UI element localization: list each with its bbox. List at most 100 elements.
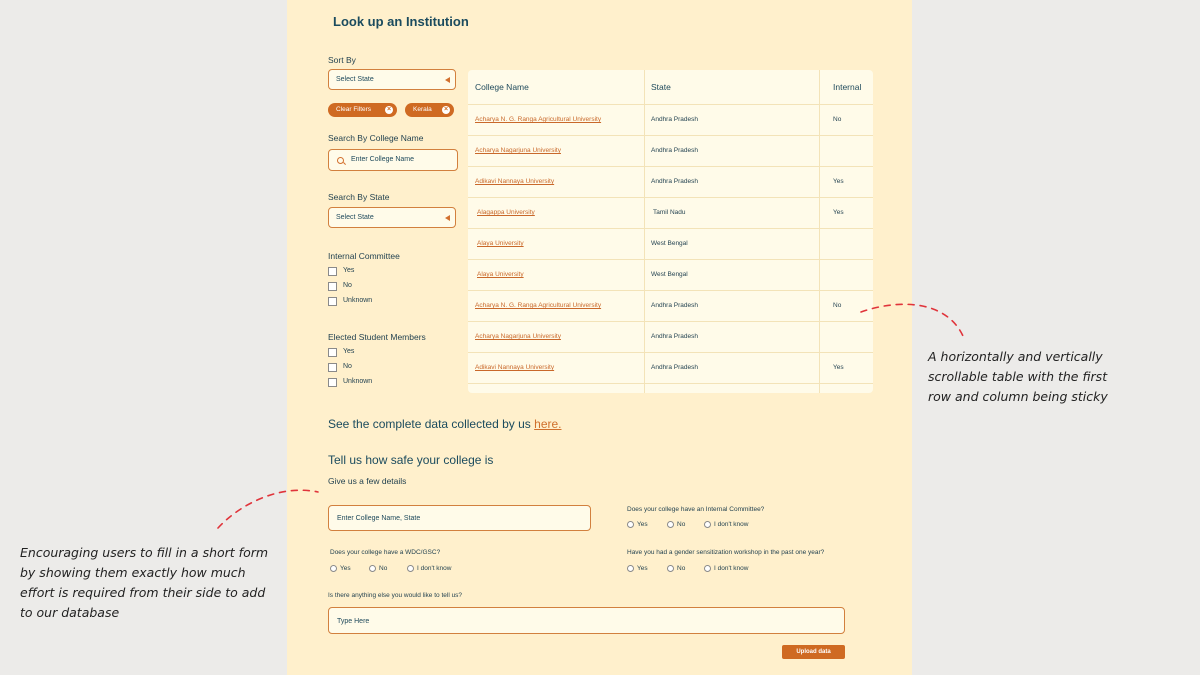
annotation-form: Encouraging users to fill in a short for… [20, 545, 269, 620]
chip-label: Clear Filters [336, 106, 372, 113]
checkbox-label: No [343, 282, 352, 289]
caret-left-icon [445, 215, 450, 221]
column-header-college[interactable]: College Name [475, 82, 529, 92]
search-state-label: Search By State [328, 192, 390, 202]
table-row: Acharya N. G. Ranga Agricultural Univers… [468, 290, 873, 322]
radio-yes[interactable] [627, 521, 634, 528]
sort-select-value: Select State [336, 76, 374, 83]
checkbox-no[interactable] [328, 282, 337, 291]
radio-label: I don't know [714, 565, 749, 572]
state-cell: West Bengal [651, 271, 688, 278]
state-cell: Andhra Pradesh [651, 364, 698, 371]
screenshot-frame: Look up an Institution Sort By Select St… [0, 0, 1200, 675]
elected-label: Elected Student Members [328, 332, 426, 342]
form-heading: Tell us how safe your college is [328, 453, 494, 467]
comments-textarea[interactable]: Type Here [328, 607, 845, 634]
search-name-label: Search By College Name [328, 133, 424, 143]
table-row: Alaya University West Bengal [468, 228, 873, 260]
radio-yes[interactable] [330, 565, 337, 572]
radio-dont-know[interactable] [704, 521, 711, 528]
close-icon[interactable]: × [442, 106, 450, 114]
radio-label: I don't know [417, 565, 452, 572]
radio-no[interactable] [667, 565, 674, 572]
state-cell: Andhra Pradesh [651, 147, 698, 154]
question-wdc: Does your college have a WDC/GSC? [330, 549, 441, 556]
page-title: Look up an Institution [333, 14, 469, 29]
checkbox-unknown[interactable] [328, 297, 337, 306]
radio-group-workshop: Yes No I don't know [627, 564, 827, 574]
radio-group-wdc: Yes No I don't know [330, 564, 530, 574]
checkbox-label: Yes [343, 267, 355, 274]
annotation-table: A horizontally and vertically scrollable… [928, 349, 1108, 404]
table-row: Adikavi Nannaya University Andhra Pradesh… [468, 352, 873, 384]
question-internal: Does your college have an Internal Commi… [627, 506, 765, 513]
radio-dont-know[interactable] [704, 565, 711, 572]
annotation-arrow-left [217, 489, 319, 529]
internal-committee-options: Yes No Unknown [328, 267, 428, 312]
upload-data-button[interactable]: Upload data [782, 645, 845, 659]
radio-yes[interactable] [627, 565, 634, 572]
sort-select[interactable]: Select State [328, 69, 456, 90]
checkbox-unknown[interactable] [328, 378, 337, 387]
radio-dont-know[interactable] [407, 565, 414, 572]
college-name-link[interactable]: Adikavi Nannaya University [475, 364, 554, 371]
radio-no[interactable] [369, 565, 376, 572]
state-cell: Andhra Pradesh [651, 178, 698, 185]
checkbox-label: Unknown [343, 297, 373, 304]
checkbox-label: Unknown [343, 378, 373, 385]
checkbox-label: Yes [343, 348, 355, 355]
table-row: Acharya Nagarjuna University Andhra Prade… [468, 321, 873, 353]
question-anything: Is there anything else you would like to… [328, 592, 463, 599]
kerala-chip[interactable]: Kerala × [405, 103, 454, 117]
radio-label: No [379, 565, 388, 572]
college-state-placeholder: Enter College Name, State [337, 515, 421, 522]
annotation-arrow-right [860, 303, 964, 337]
state-select[interactable]: Select State [328, 207, 456, 228]
internal-cell: Yes [833, 364, 844, 371]
question-workshop: Have you had a gender sensitization work… [627, 549, 825, 556]
search-placeholder: Enter College Name [351, 156, 415, 163]
column-header-internal[interactable]: Internal [833, 82, 861, 92]
table-row: Alaya University West Bengal [468, 259, 873, 291]
complete-data-text: See the complete data collected by us [328, 417, 535, 431]
complete-data-link[interactable]: here. [534, 417, 561, 431]
radio-label: Yes [637, 521, 648, 528]
radio-group-internal: Yes No I don't know [627, 520, 827, 530]
college-name-link[interactable]: Alaya University [477, 271, 524, 278]
table-row: Acharya Nagarjuna University Andhra Prade… [468, 135, 873, 167]
institution-table[interactable]: College Name State Internal Acharya N. G… [468, 70, 873, 393]
state-cell: West Bengal [651, 240, 688, 247]
college-name-link[interactable]: Acharya Nagarjuna University [475, 333, 561, 340]
table-row: Alagappa University Tamil Nadu Yes [468, 197, 873, 229]
college-name-link[interactable]: Adikavi Nannaya University [475, 178, 554, 185]
sort-by-label: Sort By [328, 55, 356, 65]
checkbox-no[interactable] [328, 363, 337, 372]
internal-cell: No [833, 116, 842, 123]
elected-options: Yes No Unknown [328, 348, 428, 393]
radio-label: No [677, 565, 686, 572]
checkbox-yes[interactable] [328, 348, 337, 357]
chip-label: Kerala [413, 106, 432, 113]
textarea-placeholder: Type Here [337, 618, 370, 625]
college-state-input[interactable]: Enter College Name, State [328, 505, 591, 531]
table-row: Acharya N. G. Ranga Agricultural Univers… [468, 104, 873, 136]
college-name-link[interactable]: Alagappa University [477, 209, 535, 216]
institution-panel: Look up an Institution Sort By Select St… [287, 0, 912, 675]
state-cell: Andhra Pradesh [651, 116, 698, 123]
complete-data-line: See the complete data collected by us he… [328, 417, 562, 431]
radio-label: Yes [637, 565, 648, 572]
state-cell: Tamil Nadu [653, 209, 686, 216]
radio-no[interactable] [667, 521, 674, 528]
checkbox-yes[interactable] [328, 267, 337, 276]
college-name-link[interactable]: Acharya N. G. Ranga Agricultural Univers… [475, 116, 601, 123]
college-name-link[interactable]: Acharya Nagarjuna University [475, 147, 561, 154]
college-name-link[interactable]: Acharya N. G. Ranga Agricultural Univers… [475, 302, 601, 309]
state-cell: Andhra Pradesh [651, 333, 698, 340]
college-name-link[interactable]: Alaya University [477, 240, 524, 247]
column-header-state[interactable]: State [651, 82, 671, 92]
close-icon[interactable]: × [385, 106, 393, 114]
clear-filters-chip[interactable]: Clear Filters × [328, 103, 397, 117]
college-search-input[interactable]: Enter College Name [328, 149, 458, 171]
internal-cell: No [833, 302, 842, 309]
radio-label: Yes [340, 565, 351, 572]
